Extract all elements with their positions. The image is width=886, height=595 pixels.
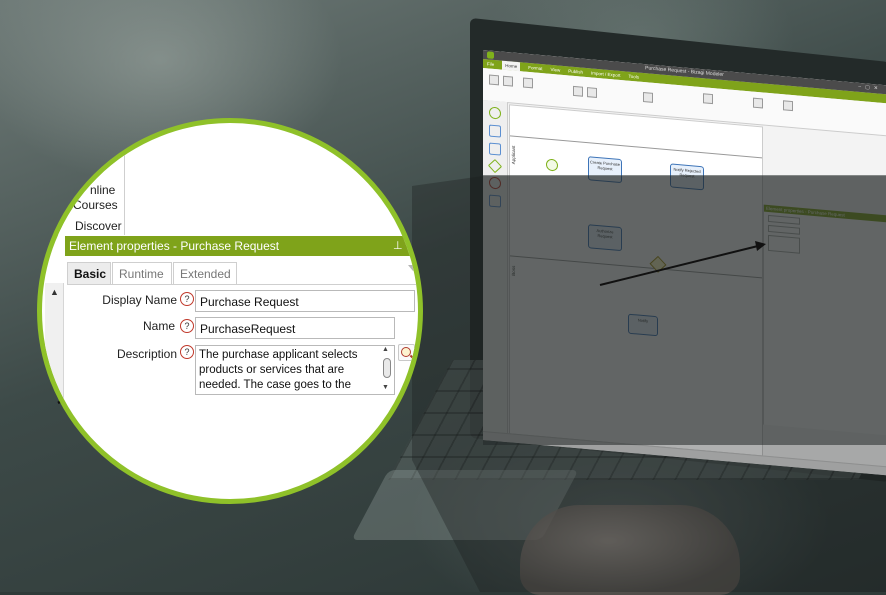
laptop-screen: Purchase Request - Bizagi Modeler –▢✕ Fi… bbox=[483, 50, 886, 476]
spacing-icon[interactable] bbox=[753, 97, 763, 109]
data-object-shape-icon[interactable] bbox=[489, 194, 501, 208]
start-event-shape-icon[interactable] bbox=[489, 106, 501, 120]
lane-label-applicant: Applicant bbox=[511, 145, 516, 165]
properties-panel-title: Element properties - Purchase Request bbox=[65, 236, 418, 256]
mini-properties-panel: Element properties - Purchase Request bbox=[763, 204, 886, 436]
display-name-label: Display Name bbox=[102, 293, 177, 307]
tab-underline bbox=[67, 284, 418, 285]
left-scrollbar[interactable]: ▲ bbox=[45, 283, 64, 499]
tab-overflow-chevron-icon[interactable] bbox=[408, 265, 418, 271]
task-shape-icon[interactable] bbox=[489, 124, 501, 138]
subprocess-shape-icon[interactable] bbox=[489, 142, 501, 156]
expand-description-zoom-icon[interactable] bbox=[398, 344, 415, 361]
tab-extended[interactable]: Extended bbox=[173, 262, 237, 284]
close-icon[interactable]: × bbox=[410, 236, 416, 256]
name-field[interactable]: PurchaseRequest bbox=[195, 317, 395, 339]
lane-label-boss: Boss bbox=[511, 265, 516, 276]
fill-color-icon[interactable] bbox=[643, 91, 653, 103]
task-notify-rejected-request[interactable]: Notify Rejected Request bbox=[670, 163, 704, 191]
name-help-icon[interactable]: ? bbox=[180, 319, 194, 333]
diagram-canvas[interactable]: Applicant Boss Create Purchase Request N… bbox=[509, 104, 763, 457]
task-notify[interactable]: Notify bbox=[628, 313, 658, 337]
description-scroll-thumb[interactable] bbox=[383, 358, 391, 378]
task-authorize-request[interactable]: Authorize Request bbox=[588, 224, 622, 252]
gateway-authorized[interactable] bbox=[649, 255, 667, 273]
lane-divider bbox=[510, 135, 762, 159]
end-event-shape-icon[interactable] bbox=[489, 176, 501, 190]
tab-basic[interactable]: Basic bbox=[67, 262, 111, 284]
save-icon[interactable] bbox=[489, 74, 499, 86]
description-field[interactable]: The purchase applicant selects products … bbox=[195, 345, 395, 395]
font-bold-icon[interactable] bbox=[573, 85, 583, 97]
nav-online-courses-line2[interactable]: Courses bbox=[73, 198, 118, 212]
paste-icon[interactable] bbox=[503, 75, 513, 87]
nav-discover[interactable]: Discover bbox=[75, 219, 122, 233]
zoom-magnifier: nline Courses Discover Element propertie… bbox=[37, 118, 423, 504]
user-hand bbox=[520, 505, 740, 595]
validation-icon[interactable] bbox=[523, 77, 533, 89]
nav-online-courses-line1[interactable]: nline bbox=[90, 183, 115, 197]
font-italic-icon[interactable] bbox=[587, 87, 597, 98]
app-logo-icon bbox=[487, 51, 494, 59]
lane-divider bbox=[510, 255, 762, 279]
display-name-field[interactable]: Purchase Request bbox=[195, 290, 415, 312]
mini-description-field[interactable] bbox=[768, 234, 800, 254]
description-help-icon[interactable]: ? bbox=[180, 345, 194, 359]
description-scroll-up-icon[interactable]: ▲ bbox=[382, 346, 389, 353]
description-scroll-down-icon[interactable]: ▼ bbox=[382, 384, 389, 391]
mini-name-field[interactable] bbox=[768, 224, 800, 235]
start-event[interactable] bbox=[546, 158, 558, 172]
display-name-help-icon[interactable]: ? bbox=[180, 292, 194, 306]
zoomed-properties-view: nline Courses Discover Element propertie… bbox=[42, 123, 418, 499]
create-channel-icon[interactable] bbox=[783, 100, 793, 112]
name-label: Name bbox=[142, 319, 175, 333]
description-label: Description bbox=[116, 347, 177, 361]
pin-icon[interactable]: ⊥ bbox=[393, 236, 403, 256]
nav-separator bbox=[124, 123, 125, 235]
mini-display-name-field[interactable] bbox=[768, 214, 800, 225]
tab-runtime[interactable]: Runtime bbox=[112, 262, 172, 284]
find-icon[interactable] bbox=[703, 93, 713, 105]
gateway-shape-icon[interactable] bbox=[487, 158, 503, 174]
shapes-palette bbox=[483, 100, 508, 443]
description-scrollbar[interactable]: ▲ ▼ bbox=[380, 346, 394, 394]
task-create-purchase-request[interactable]: Create Purchase Request bbox=[588, 156, 622, 184]
